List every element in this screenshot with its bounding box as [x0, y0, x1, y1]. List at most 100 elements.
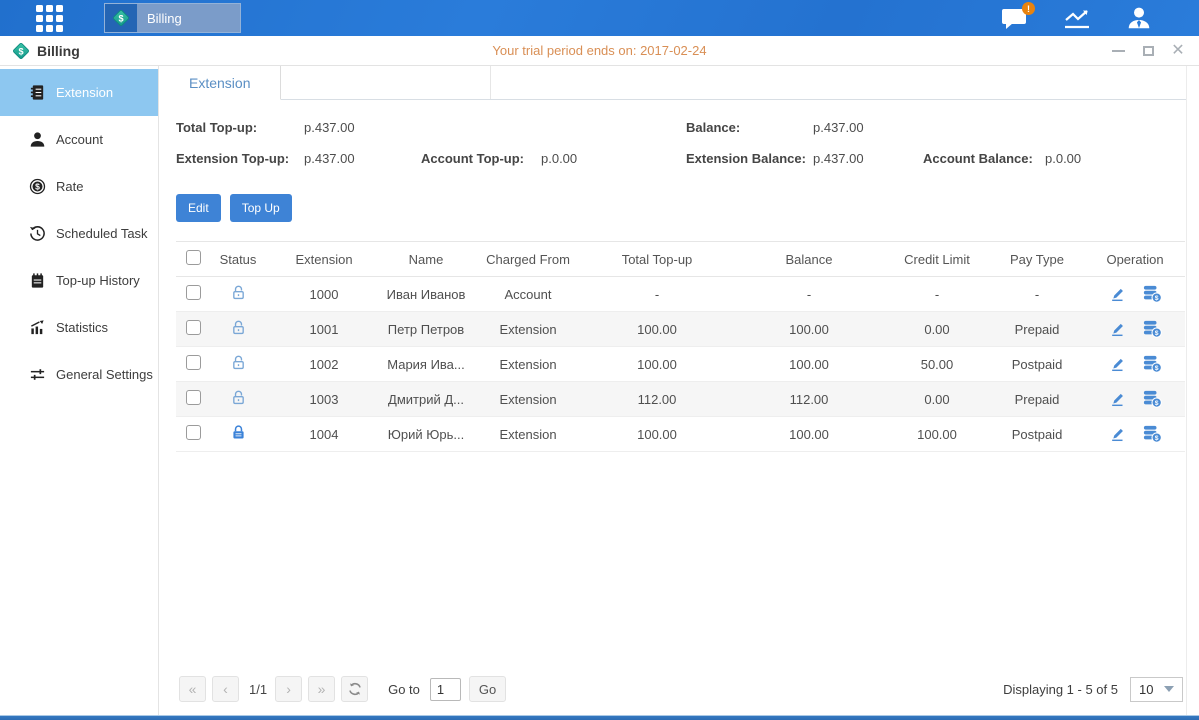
cell-extension: 1003 [266, 392, 382, 407]
cell-charged-from: Extension [470, 357, 586, 372]
page-size-value: 10 [1139, 682, 1153, 697]
go-to-label: Go to [388, 682, 420, 697]
billing-diamond-icon: $ [105, 4, 137, 32]
reports-chart-icon[interactable] [1061, 4, 1093, 32]
page-size-select[interactable]: 10 [1130, 677, 1183, 702]
sidebar-item-extension[interactable]: Extension [0, 69, 158, 116]
user-account-icon[interactable] [1123, 4, 1155, 32]
cell-extension: 1000 [266, 287, 382, 302]
edit-row-icon[interactable] [1109, 285, 1127, 303]
top-up-row-icon[interactable]: $ [1142, 355, 1162, 373]
summary-label: Balance: [686, 120, 813, 135]
sidebar-item-statistics[interactable]: Statistics [0, 304, 158, 351]
top-up-row-icon[interactable]: $ [1142, 390, 1162, 408]
refresh-button[interactable] [341, 676, 368, 702]
edit-row-icon[interactable] [1109, 320, 1127, 338]
edit-row-icon[interactable] [1109, 390, 1127, 408]
edit-row-icon[interactable] [1109, 355, 1127, 373]
messages-icon[interactable]: ! [999, 4, 1031, 32]
balance-summary: Total Top-up: p.437.00 Extension Top-up:… [176, 112, 1186, 174]
sidebar-item-account[interactable]: Account [0, 116, 158, 163]
cell-balance: 112.00 [728, 392, 890, 407]
table-row: 1003 Дмитрий Д... Extension 112.00 112.0… [176, 382, 1185, 417]
first-page-button[interactable]: « [179, 676, 206, 702]
close-icon[interactable]: ✕ [1171, 44, 1185, 58]
top-up-row-icon[interactable]: $ [1142, 285, 1162, 303]
go-button[interactable]: Go [469, 676, 506, 702]
summary-label: Account Top-up: [421, 151, 541, 166]
cell-total-topup: 100.00 [586, 322, 728, 337]
cell-balance: 100.00 [728, 322, 890, 337]
row-checkbox[interactable] [186, 355, 201, 370]
cell-name: Петр Петров [382, 322, 470, 337]
svg-text:$: $ [118, 13, 123, 23]
cell-credit-limit: - [890, 287, 984, 302]
sidebar-item-label: Rate [56, 179, 83, 194]
topbar: $ Billing ! [0, 0, 1199, 36]
lock-open-icon [210, 354, 266, 374]
svg-text:$: $ [1154, 400, 1158, 407]
page-indicator: 1/1 [249, 682, 267, 697]
maximize-icon[interactable] [1141, 44, 1155, 58]
row-checkbox[interactable] [186, 320, 201, 335]
top-up-row-icon[interactable]: $ [1142, 320, 1162, 338]
row-checkbox[interactable] [186, 285, 201, 300]
billing-app-tab[interactable]: $ Billing [104, 3, 241, 33]
prev-page-button[interactable]: ‹ [212, 676, 239, 702]
cell-credit-limit: 0.00 [890, 322, 984, 337]
app-grid-icon[interactable] [36, 5, 63, 32]
cell-charged-from: Extension [470, 392, 586, 407]
sidebar-item-label: Scheduled Task [56, 226, 148, 241]
edit-row-icon[interactable] [1109, 425, 1127, 443]
column-header-operation: Operation [1090, 252, 1180, 267]
column-header-total-topup: Total Top-up [586, 252, 728, 267]
edit-button[interactable]: Edit [176, 194, 221, 222]
cell-charged-from: Account [470, 287, 586, 302]
table-row: 1000 Иван Иванов Account - - - - $ [176, 277, 1185, 312]
top-up-row-icon[interactable]: $ [1142, 425, 1162, 443]
select-all-checkbox[interactable] [186, 250, 201, 265]
svg-text:$: $ [1154, 435, 1158, 442]
go-to-page-input[interactable] [430, 678, 461, 701]
summary-value: p.0.00 [1045, 151, 1186, 166]
cell-pay-type: Prepaid [984, 322, 1090, 337]
svg-text:$: $ [35, 182, 40, 192]
notepad-icon [29, 272, 46, 289]
tab-strip-spacer [281, 66, 491, 99]
cell-extension: 1004 [266, 427, 382, 442]
last-page-button[interactable]: » [308, 676, 335, 702]
cell-credit-limit: 100.00 [890, 427, 984, 442]
minimize-icon[interactable] [1111, 44, 1125, 58]
tab-extension[interactable]: Extension [159, 66, 281, 100]
lock-open-icon [210, 319, 266, 339]
lock-open-icon [210, 389, 266, 409]
sidebar-item-label: Extension [56, 85, 113, 100]
cell-credit-limit: 50.00 [890, 357, 984, 372]
next-page-button[interactable]: › [275, 676, 302, 702]
displaying-status: Displaying 1 - 5 of 5 [1003, 682, 1118, 697]
notification-badge: ! [1022, 2, 1035, 15]
row-checkbox[interactable] [186, 390, 201, 405]
sidebar: Extension Account $ Rate Scheduled Task [0, 66, 159, 715]
sidebar-item-rate[interactable]: $ Rate [0, 163, 158, 210]
cell-total-topup: 112.00 [586, 392, 728, 407]
summary-label: Total Top-up: [176, 120, 304, 135]
top-up-button[interactable]: Top Up [230, 194, 292, 222]
column-header-credit-limit: Credit Limit [890, 252, 984, 267]
cell-total-topup: 100.00 [586, 427, 728, 442]
column-header-charged-from: Charged From [470, 252, 586, 267]
sidebar-item-label: Statistics [56, 320, 108, 335]
trial-notice: Your trial period ends on: 2017-02-24 [0, 43, 1199, 58]
table-row: 1001 Петр Петров Extension 100.00 100.00… [176, 312, 1185, 347]
svg-text:$: $ [1154, 295, 1158, 302]
cell-extension: 1001 [266, 322, 382, 337]
cell-credit-limit: 0.00 [890, 392, 984, 407]
table-header-row: Status Extension Name Charged From Total… [176, 241, 1185, 277]
cell-pay-type: Prepaid [984, 392, 1090, 407]
window-title-text: Billing [37, 43, 80, 59]
sidebar-item-topup-history[interactable]: Top-up History [0, 257, 158, 304]
tab-strip: Extension [159, 66, 1186, 100]
row-checkbox[interactable] [186, 425, 201, 440]
sidebar-item-scheduled-task[interactable]: Scheduled Task [0, 210, 158, 257]
sidebar-item-general-settings[interactable]: General Settings [0, 351, 158, 398]
